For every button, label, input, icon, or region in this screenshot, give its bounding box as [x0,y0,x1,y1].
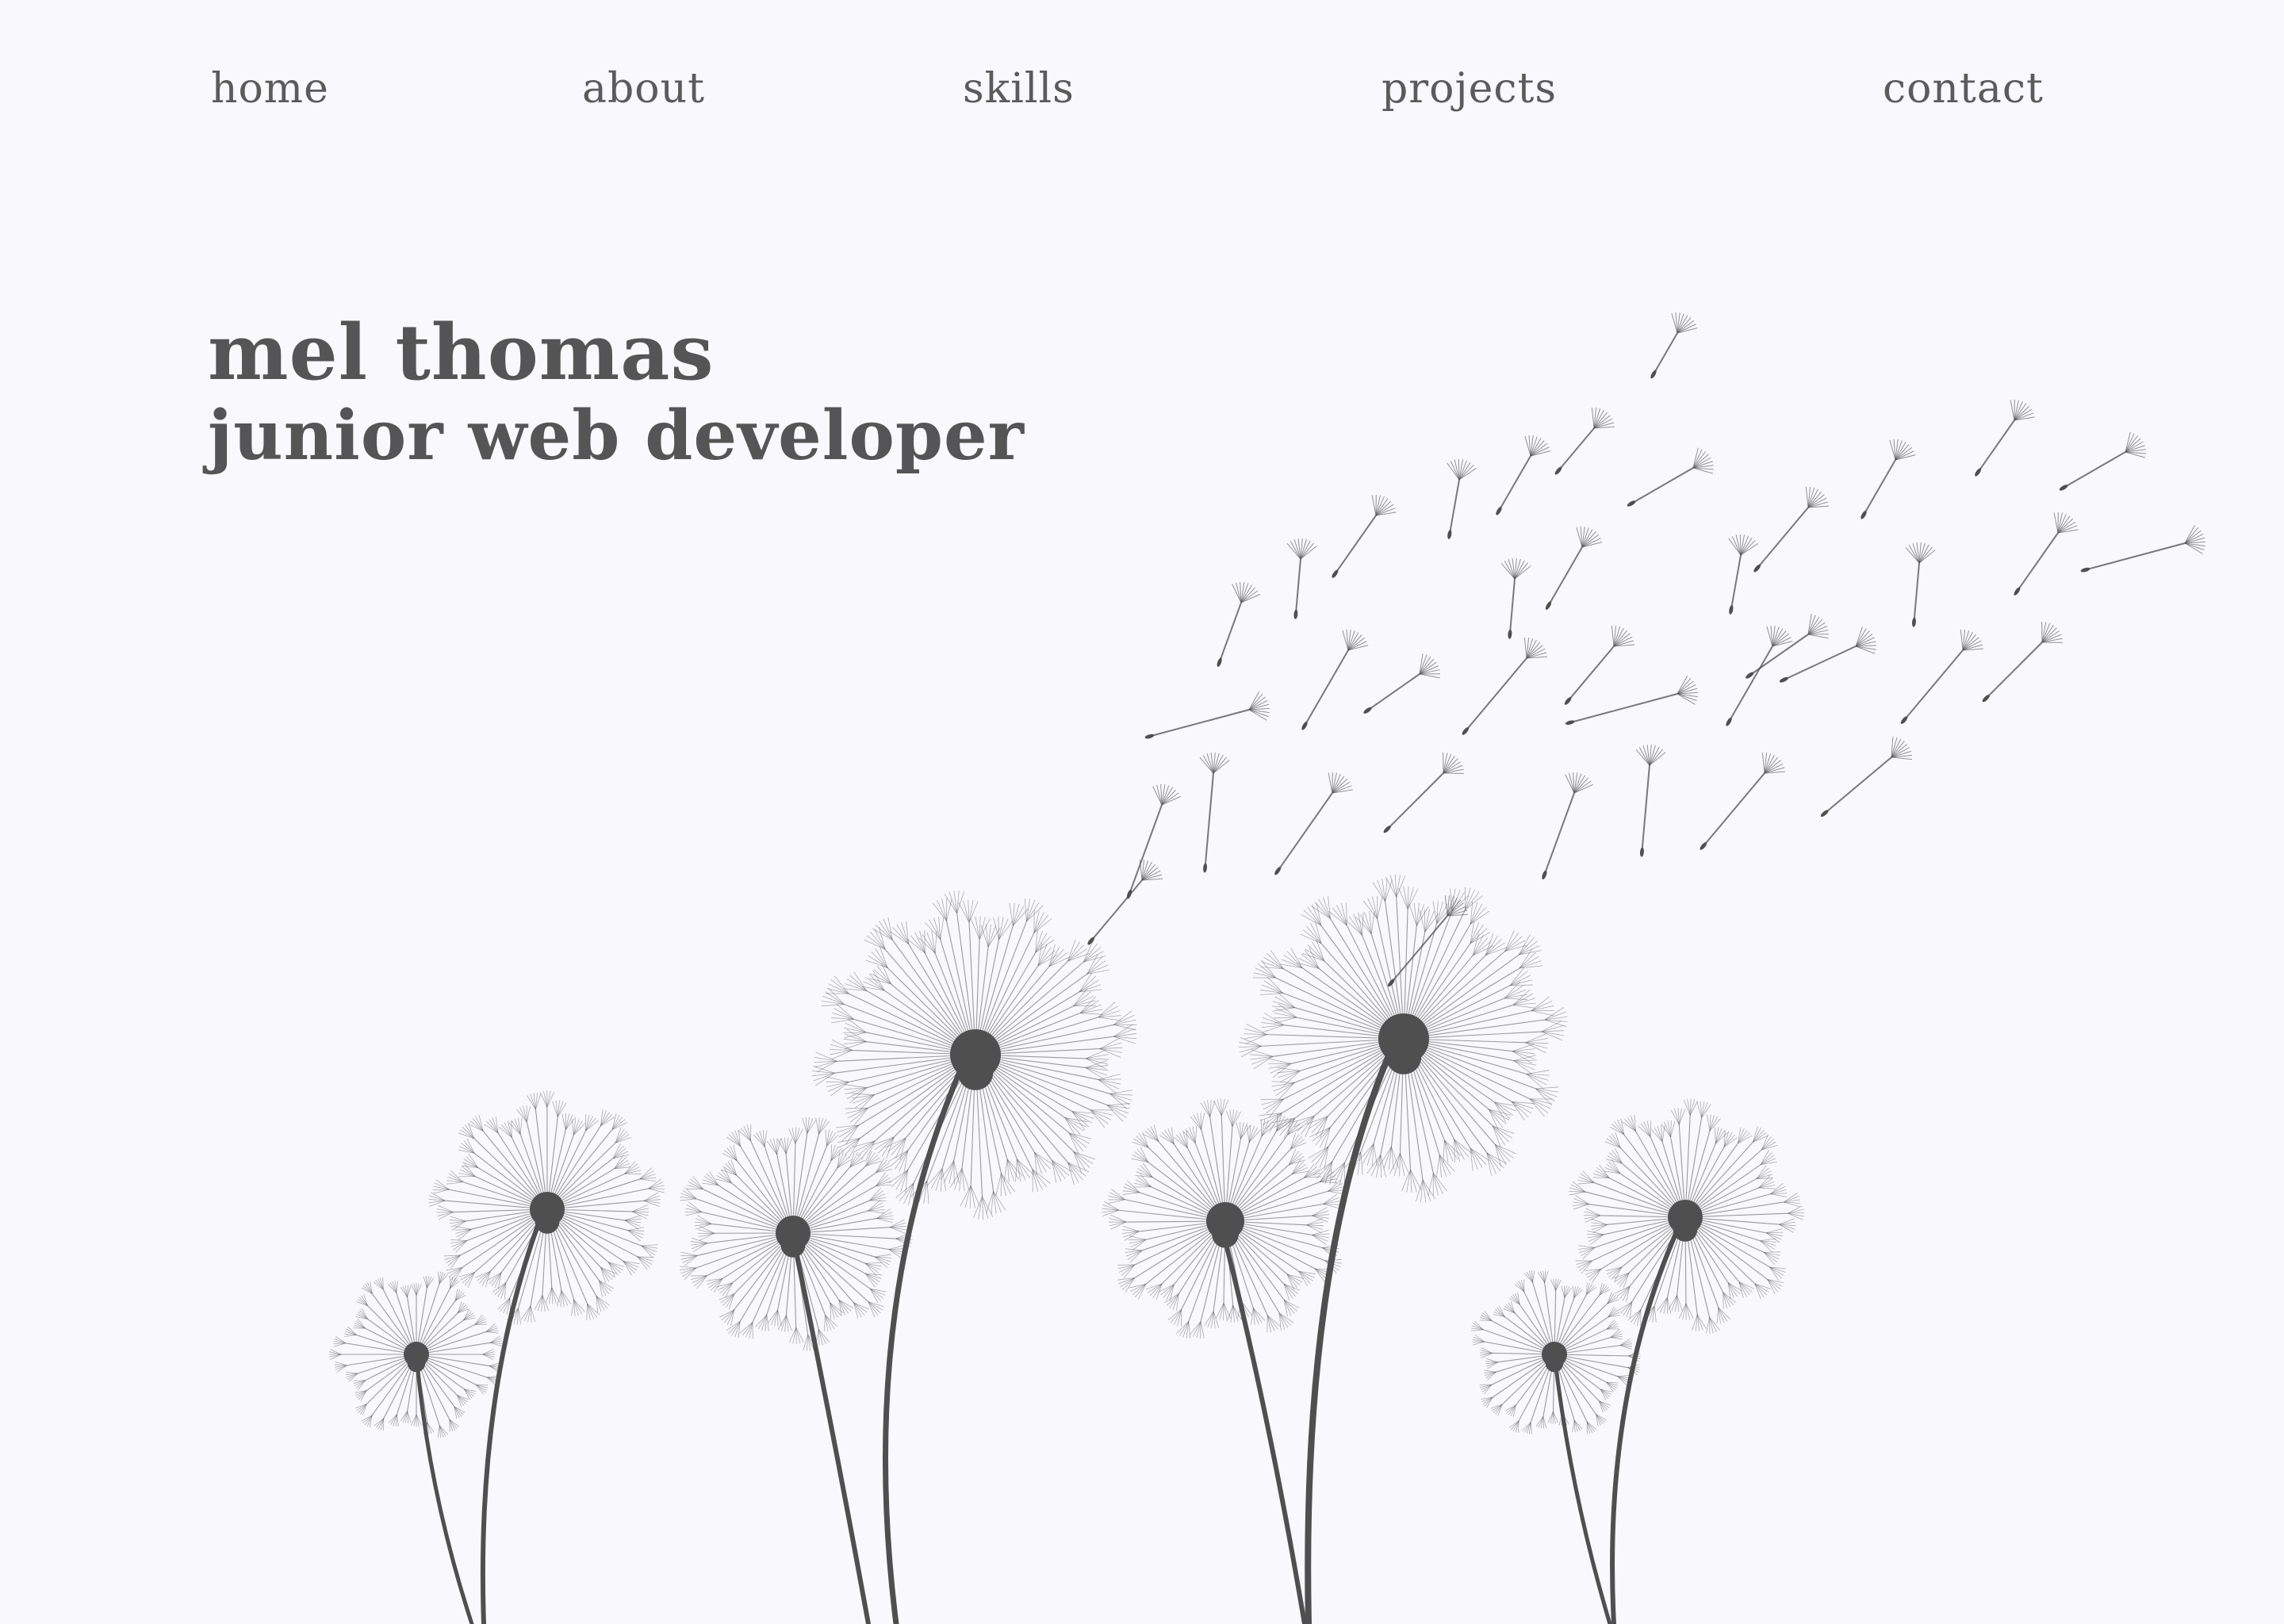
dandelion-head-icon [680,1116,913,1351]
nav-link-contact[interactable]: contact [1883,60,2044,117]
dandelion-head-icon [328,1271,503,1438]
dandelion-stems [414,1036,1684,1624]
hero-name: mel thomas [208,308,715,397]
floating-seed-icon [1564,626,1634,705]
dandelion-illustration-icon [328,312,2205,1624]
dandelion-heads [328,874,1805,1438]
floating-seed-icon [1982,621,2064,703]
floating-seed-icon [1565,676,1698,726]
floating-seed-icon [2014,511,2079,596]
floating-seed-icon [1462,638,1547,735]
dandelion-head-icon [1471,1270,1641,1434]
floating-seed-icon [1753,487,1829,573]
floating-seed-icon [1975,399,2035,477]
floating-seed-icon [1126,784,1181,899]
dandelion-head-icon [1569,1098,1805,1335]
floating-seed-icon [1779,626,1877,683]
hero-role: junior web developer [208,396,1025,476]
floating-seed-icon [1746,614,1830,679]
dandelion-head-icon [428,1090,665,1325]
dandelion-head-icon [1102,1098,1346,1339]
floating-seed-icon [1861,439,1916,519]
floating-seed-icon [1627,447,1714,507]
floating-seed-icon [1820,737,1912,817]
floating-seed-icon [1217,582,1260,667]
floating-seed-icon [1144,691,1270,739]
floating-seed-icon [1905,542,1936,627]
floating-seed-icon [1274,772,1353,875]
floating-seed-icon [1728,534,1758,615]
floating-seed-icon [1332,494,1397,578]
nav-link-about[interactable]: about [582,60,705,117]
dandelion-head-icon [1238,874,1568,1203]
floating-seed-icon [1542,772,1593,880]
floating-seed-icon [1545,527,1603,610]
hero-section: mel thomas junior web developer [208,309,1318,476]
floating-seed-icon [1650,312,1698,379]
floating-seed-icon [1301,630,1369,730]
nav-link-projects[interactable]: projects [1382,60,1557,117]
dandelion-head-icon [811,891,1137,1220]
nav-link-home[interactable]: home [211,60,329,117]
floating-seed-icon [1635,745,1666,857]
floating-seed-icon [1554,408,1615,475]
floating-seed-icon [1388,895,1468,987]
floating-seed-icon [1447,458,1477,539]
floating-seed-icon [1286,538,1317,619]
floating-seed-icon [2080,525,2205,573]
floating-seed-icon [1900,630,1983,724]
main-navigation: home about skills projects contact [0,0,2284,174]
floating-seed-icon [1363,653,1441,714]
nav-link-skills[interactable]: skills [963,60,1075,117]
floating-seed-icon [1496,435,1551,515]
floating-seed-icon [1383,752,1465,833]
floating-seed-icon [1726,626,1793,726]
floating-seed-icon [2059,431,2146,491]
floating-seed-icon [1500,558,1531,639]
floating-seed-icon [1199,753,1230,873]
floating-seed-icon [1700,753,1785,850]
floating-seed-icon [1087,860,1163,945]
